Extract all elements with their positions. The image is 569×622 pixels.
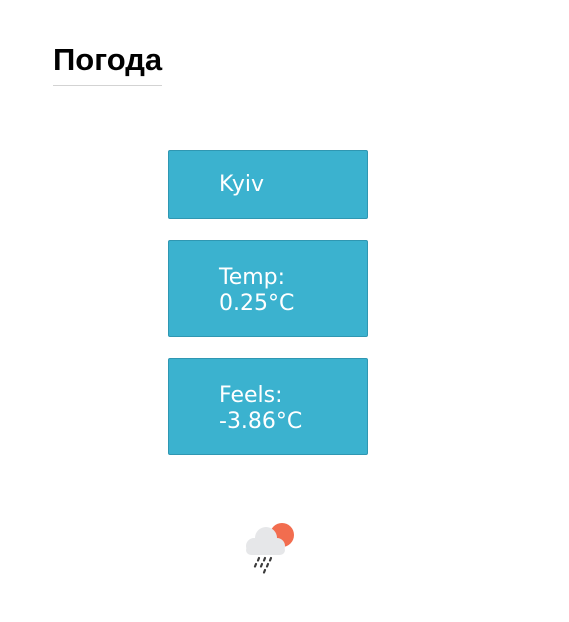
temperature-value: 0.25°C bbox=[219, 291, 295, 316]
feels-like-value: -3.86°C bbox=[219, 409, 303, 434]
rain-cloud-sun-icon bbox=[246, 523, 294, 574]
temperature-label: Temp: bbox=[219, 265, 286, 290]
city-name: Kyiv bbox=[219, 172, 264, 197]
feels-like-label: Feels: bbox=[219, 383, 283, 408]
temperature-card: Temp: 0.25°C bbox=[168, 240, 368, 337]
city-card: Kyiv bbox=[168, 150, 368, 219]
feels-like-card: Feels: -3.86°C bbox=[168, 358, 368, 455]
page-title: Погода bbox=[53, 40, 163, 86]
